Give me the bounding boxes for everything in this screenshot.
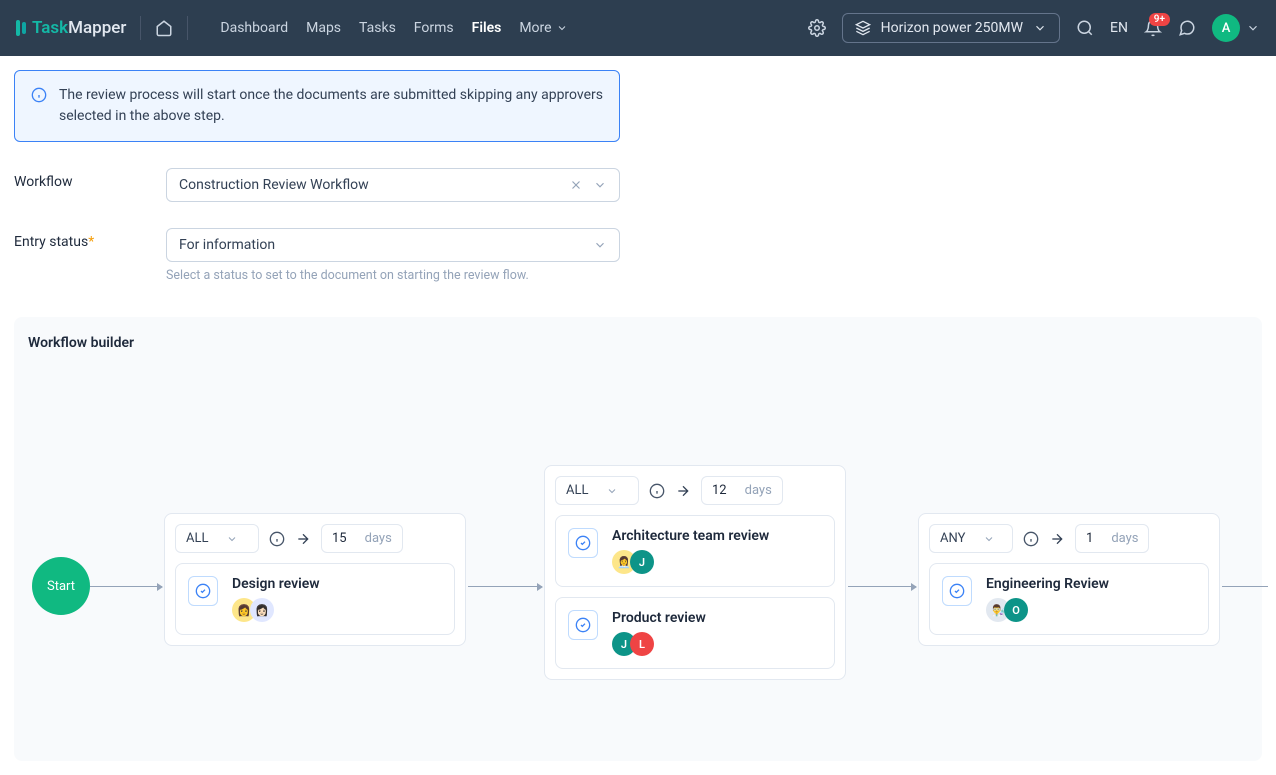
entry-status-row: Entry status* For information Select a s… [14, 228, 1262, 283]
language-selector[interactable]: EN [1110, 20, 1128, 36]
chevron-down-icon [1033, 21, 1047, 35]
page-content: The review process will start once the d… [0, 56, 1276, 775]
rule-select[interactable]: ALL [555, 476, 639, 505]
app-logo[interactable]: TaskMapper [16, 18, 126, 38]
logo-text: TaskMapper [32, 18, 126, 38]
review-title: Design review [232, 576, 320, 592]
info-text: The review process will start once the d… [59, 85, 603, 127]
arrow-right-icon [295, 531, 311, 547]
chevron-down-icon [1246, 21, 1260, 35]
stage-header: ALL 15 days [165, 514, 465, 563]
chevron-down-icon [983, 533, 995, 545]
arrow-connector [468, 586, 542, 587]
divider [187, 16, 188, 40]
days-input[interactable]: 1 days [1075, 524, 1149, 553]
rule-select[interactable]: ANY [929, 524, 1013, 553]
info-icon[interactable] [269, 531, 285, 547]
workflow-select[interactable]: Construction Review Workflow [166, 168, 620, 202]
days-input[interactable]: 15 days [321, 524, 403, 553]
home-icon[interactable] [155, 19, 173, 37]
project-selector[interactable]: Horizon power 250MW [842, 13, 1060, 43]
workflow-builder: Workflow builder Start ALL 15 days [14, 317, 1262, 761]
review-card[interactable]: Design review 👩 👩🏻 [175, 563, 455, 635]
start-node[interactable]: Start [32, 557, 90, 615]
arrow-connector [848, 586, 916, 587]
entry-status-helper: Select a status to set to the document o… [166, 268, 620, 283]
stage-1[interactable]: ALL 15 days Design review 👩 [164, 513, 466, 646]
check-circle-icon [568, 528, 598, 558]
logo-mark-icon [16, 20, 26, 36]
settings-icon[interactable] [808, 19, 826, 37]
days-input[interactable]: 12 days [701, 476, 783, 505]
nav-forms[interactable]: Forms [414, 20, 454, 36]
chat-icon[interactable] [1178, 19, 1196, 37]
avatar: 👩🏻 [250, 598, 274, 622]
review-title: Product review [612, 610, 706, 626]
notification-badge: 9+ [1149, 13, 1170, 26]
clear-icon[interactable] [569, 178, 583, 192]
app-header: TaskMapper Dashboard Maps Tasks Forms Fi… [0, 0, 1276, 56]
workflow-builder-title: Workflow builder [28, 335, 1248, 351]
review-card[interactable]: Engineering Review 👨‍🔬 O [929, 563, 1209, 635]
user-menu[interactable]: A [1212, 14, 1260, 42]
chevron-down-icon [593, 238, 607, 252]
header-right: Horizon power 250MW EN 9+ A [808, 13, 1260, 43]
info-icon [31, 87, 47, 103]
divider [140, 16, 141, 40]
review-title: Engineering Review [986, 576, 1109, 592]
arrow-connector [1222, 586, 1268, 587]
project-name: Horizon power 250MW [881, 20, 1023, 36]
rule-select[interactable]: ALL [175, 524, 259, 553]
stage-header: ALL 12 days [545, 466, 845, 515]
avatar: J [630, 550, 654, 574]
notifications-button[interactable]: 9+ [1144, 19, 1162, 37]
nav-dashboard[interactable]: Dashboard [220, 20, 288, 36]
avatar: L [630, 632, 654, 656]
arrow-right-icon [1049, 531, 1065, 547]
user-avatar: A [1212, 14, 1240, 42]
check-circle-icon [188, 576, 218, 606]
chevron-down-icon [226, 533, 238, 545]
workflow-value: Construction Review Workflow [179, 177, 369, 193]
workflow-row: Workflow Construction Review Workflow [14, 168, 1262, 202]
arrow-connector [90, 586, 162, 587]
assignee-avatars: 👩‍💼 J [612, 550, 769, 574]
entry-status-select[interactable]: For information [166, 228, 620, 262]
info-banner: The review process will start once the d… [14, 70, 620, 142]
review-title: Architecture team review [612, 528, 769, 544]
review-card[interactable]: Product review J L [555, 597, 835, 669]
chevron-down-icon [606, 485, 618, 497]
arrow-right-icon [675, 483, 691, 499]
check-circle-icon [942, 576, 972, 606]
stage-header: ANY 1 days [919, 514, 1219, 563]
review-card[interactable]: Architecture team review 👩‍💼 J [555, 515, 835, 587]
avatar: O [1004, 598, 1028, 622]
nav-more[interactable]: More [519, 20, 567, 36]
workflow-label: Workflow [14, 168, 166, 190]
workflow-canvas: Start ALL 15 days [28, 365, 1248, 725]
assignee-avatars: 👩 👩🏻 [232, 598, 320, 622]
nav-files[interactable]: Files [472, 20, 502, 36]
chevron-down-icon [593, 178, 607, 192]
nav-maps[interactable]: Maps [306, 20, 341, 36]
chevron-down-icon [556, 22, 568, 34]
nav-tasks[interactable]: Tasks [359, 20, 396, 36]
info-icon[interactable] [649, 483, 665, 499]
main-nav: Dashboard Maps Tasks Forms Files More [220, 20, 567, 36]
check-circle-icon [568, 610, 598, 640]
entry-status-label: Entry status* [14, 228, 166, 250]
assignee-avatars: J L [612, 632, 706, 656]
stage-2[interactable]: ALL 12 days Architecture team review [544, 465, 846, 680]
assignee-avatars: 👨‍🔬 O [986, 598, 1109, 622]
layers-icon [855, 20, 871, 36]
stage-3[interactable]: ANY 1 days Engineering Review [918, 513, 1220, 646]
info-icon[interactable] [1023, 531, 1039, 547]
entry-status-value: For information [179, 237, 275, 253]
search-icon[interactable] [1076, 19, 1094, 37]
